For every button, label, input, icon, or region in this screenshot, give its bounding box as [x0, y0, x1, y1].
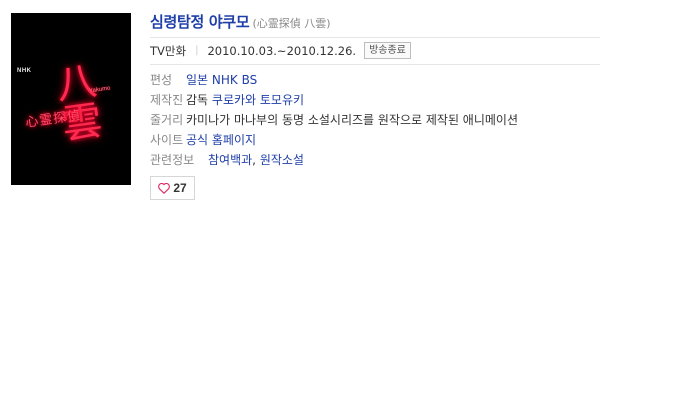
like-count: 27	[173, 181, 187, 195]
related-link-encyclopedia[interactable]: 참여백과	[208, 153, 252, 167]
official-site-link[interactable]: 공식 홈페이지	[186, 133, 256, 147]
broadcast-link[interactable]: 일본 NHK BS	[186, 73, 257, 87]
media-type: TV만화	[150, 43, 187, 58]
status-badge: 방송종료	[364, 42, 411, 59]
meta-row: TV만화 | 2010.10.03.~2010.12.26. 방송종료	[150, 42, 411, 59]
detail-synopsis: 줄거리 카미나가 마나부의 동명 소설시리즈를 원작으로 제작된 애니메이션	[150, 112, 518, 132]
meta-divider: |	[195, 45, 199, 56]
title-row: 심령탐정 야쿠모 (心霊探偵 八雲)	[150, 11, 331, 32]
detail-broadcast: 편성 일본 NHK BS	[150, 72, 518, 92]
poster-broadcaster-logo: NHK	[17, 68, 32, 74]
details-list: 편성 일본 NHK BS 제작진 감독 쿠로카와 토모유키 줄거리 카미나가 마…	[150, 72, 518, 172]
detail-label: 관련정보	[150, 153, 195, 167]
poster-title-art: 八雲	[53, 57, 105, 149]
like-button[interactable]: 27	[150, 176, 195, 200]
heart-icon	[158, 182, 171, 194]
detail-label: 사이트	[150, 133, 184, 147]
staff-role: 감독	[186, 93, 209, 107]
detail-value: 공식 홈페이지	[186, 132, 256, 152]
detail-staff: 제작진 감독 쿠로카와 토모유키	[150, 92, 518, 112]
detail-related: 관련정보 참여백과, 원작소설	[150, 152, 518, 172]
synopsis-text: 카미나가 마나부의 동명 소설시리즈를 원작으로 제작된 애니메이션	[186, 113, 519, 127]
detail-value: 일본 NHK BS	[186, 72, 257, 92]
broadcast-period: 2010.10.03.~2010.12.26.	[207, 43, 357, 58]
director-link[interactable]: 쿠로카와 토모유키	[212, 93, 304, 107]
related-link-novel[interactable]: 원작소설	[260, 153, 304, 167]
detail-label: 편성	[150, 73, 173, 87]
divider-middle	[150, 64, 600, 65]
detail-label: 제작진	[150, 93, 184, 107]
detail-label: 줄거리	[150, 113, 184, 127]
detail-value: 감독 쿠로카와 토모유키	[186, 92, 304, 112]
poster-image[interactable]: NHK 八雲 Yakumo 心霊探偵	[11, 13, 131, 185]
divider-top	[150, 37, 600, 38]
related-separator: ,	[252, 153, 260, 167]
original-title: (心霊探偵 八雲)	[252, 17, 331, 30]
detail-site: 사이트 공식 홈페이지	[150, 132, 518, 152]
page-title[interactable]: 심령탐정 야쿠모	[150, 13, 250, 31]
detail-value: 참여백과, 원작소설	[208, 152, 304, 172]
